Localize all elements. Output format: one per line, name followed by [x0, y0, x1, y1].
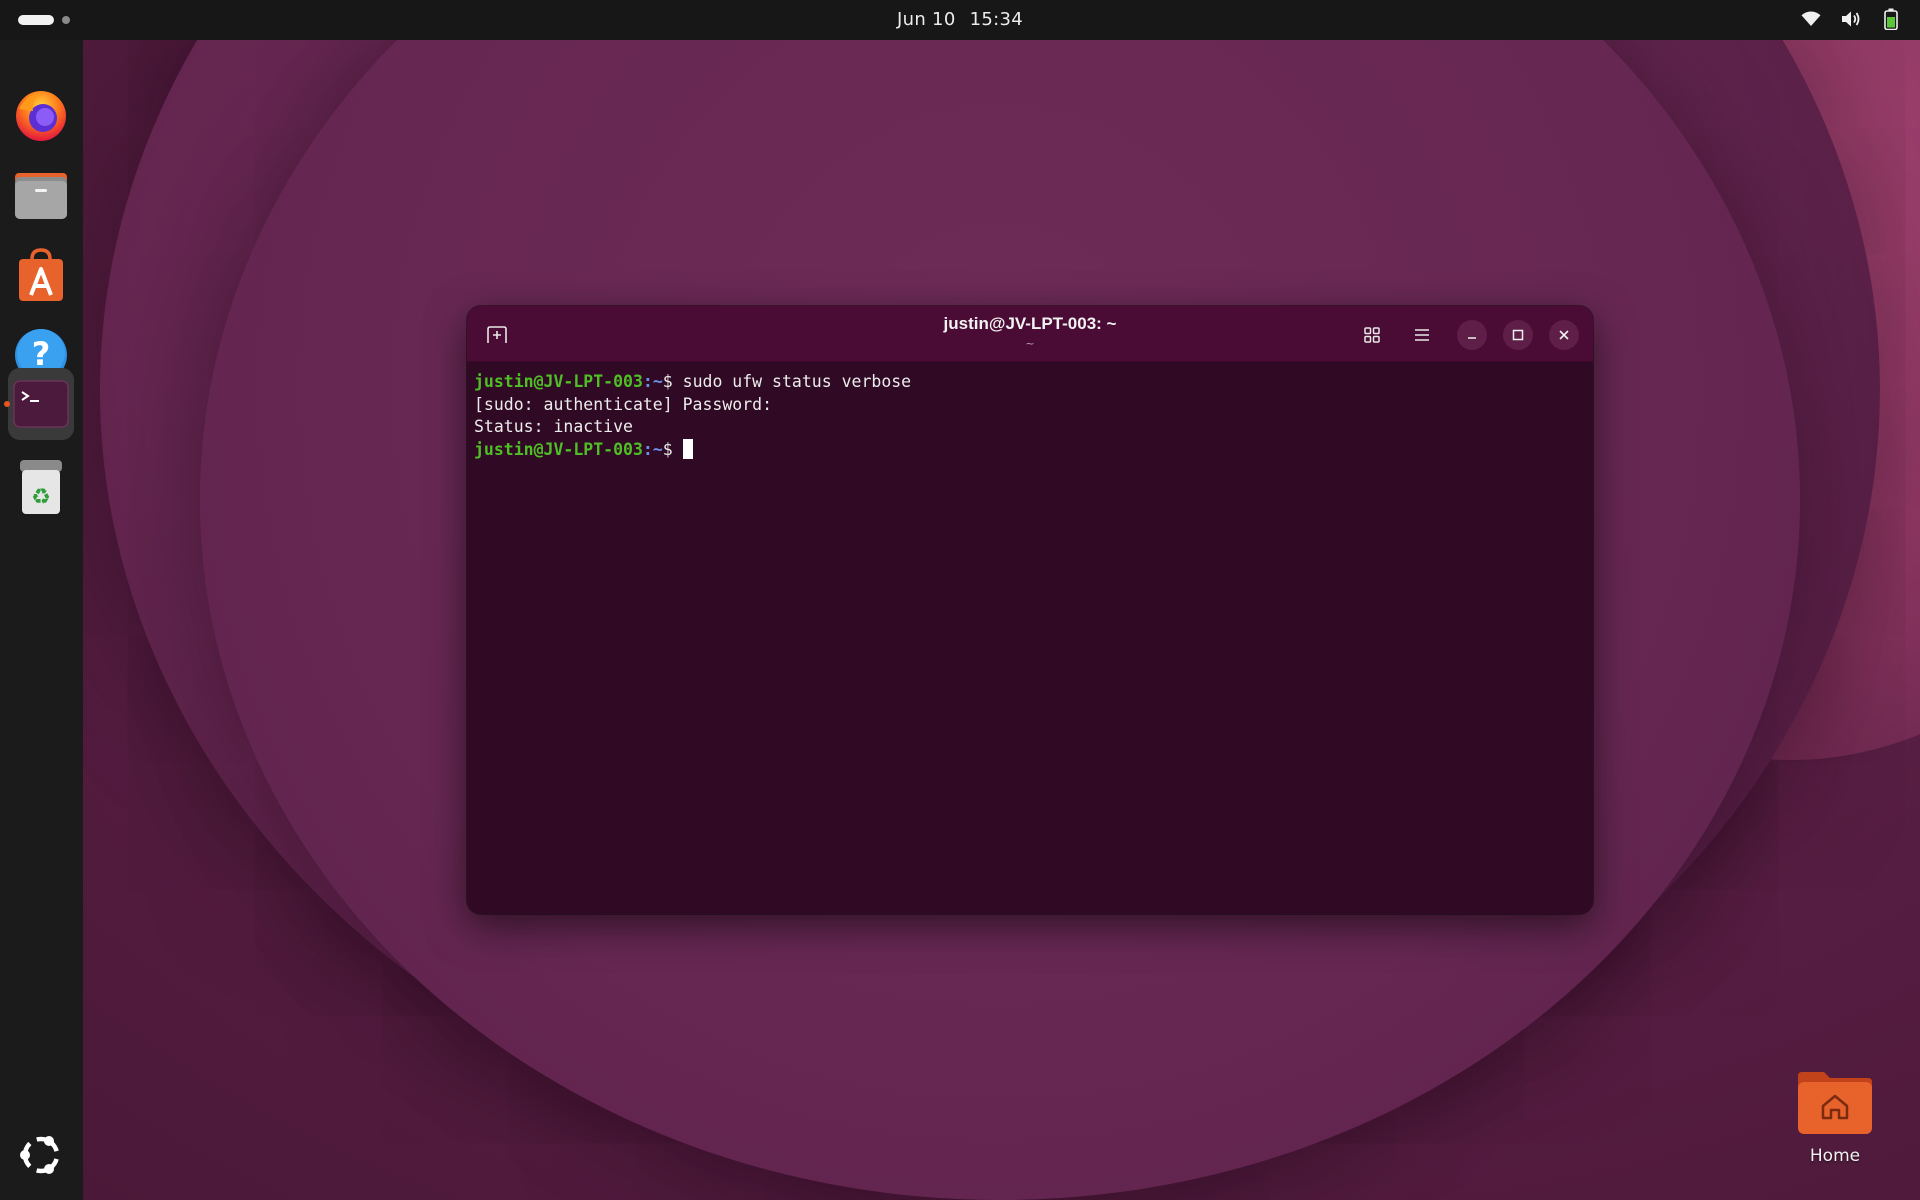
- dock-item-terminal[interactable]: [4, 368, 74, 440]
- prompt-path: :~: [642, 372, 663, 391]
- dock: ? ♻: [0, 40, 83, 1200]
- terminal-icon: [13, 380, 69, 428]
- wifi-icon[interactable]: [1800, 8, 1822, 30]
- terminal-window[interactable]: justin@JV-LPT-003: ~ ~ justin@JV-LPT-003…: [467, 306, 1593, 914]
- dock-item-trash[interactable]: ♻: [8, 452, 74, 522]
- entered-command: sudo ufw status verbose: [682, 372, 912, 391]
- dock-item-app-center[interactable]: [8, 240, 74, 310]
- prompt-user: justin@JV-LPT-003: [474, 372, 643, 391]
- maximize-button[interactable]: [1503, 320, 1533, 350]
- svg-text:♻: ♻: [31, 485, 51, 510]
- dock-item-files[interactable]: [8, 160, 74, 230]
- hamburger-menu-icon: [1415, 329, 1429, 341]
- firefox-icon: [16, 91, 66, 141]
- tab-overview-button[interactable]: [1357, 320, 1387, 350]
- maximize-icon: [1512, 329, 1524, 341]
- text-cursor: [682, 438, 693, 459]
- terminal-output[interactable]: justin@JV-LPT-003:~$ sudo ufw status ver…: [467, 363, 1593, 914]
- show-apps-button[interactable]: [16, 1130, 66, 1180]
- clock-time: 15:34: [969, 9, 1023, 30]
- clock[interactable]: Jun 10 15:34: [0, 9, 1920, 30]
- close-button[interactable]: [1549, 320, 1579, 350]
- prompt-symbol: $: [662, 439, 683, 459]
- current-prompt-line[interactable]: justin@JV-LPT-003:~$: [474, 438, 1586, 462]
- volume-icon[interactable]: [1840, 8, 1862, 30]
- ubuntu-logo-icon: [20, 1136, 60, 1174]
- home-folder-label: Home: [1809, 1146, 1861, 1166]
- trash-icon: ♻: [20, 460, 62, 514]
- terminal-header-bar[interactable]: justin@JV-LPT-003: ~ ~: [467, 306, 1593, 362]
- home-folder-icon: [1798, 1072, 1872, 1134]
- running-indicator: [4, 401, 10, 407]
- command-line: justin@JV-LPT-003:~$ sudo ufw status ver…: [474, 371, 1586, 394]
- close-icon: [1559, 330, 1569, 340]
- top-bar: Jun 10 15:34: [0, 0, 1920, 40]
- battery-icon[interactable]: [1880, 8, 1902, 30]
- output-line: [sudo: authenticate] Password:: [474, 394, 773, 414]
- prompt-path: :~: [642, 439, 663, 459]
- main-menu-button[interactable]: [1407, 320, 1437, 350]
- minimize-button[interactable]: [1457, 320, 1487, 350]
- prompt-user: justin@JV-LPT-003: [474, 439, 643, 459]
- output-line: Status: inactive: [474, 417, 633, 436]
- clock-date: Jun 10: [897, 9, 956, 30]
- prompt-symbol: $: [662, 372, 683, 391]
- desktop-home-folder[interactable]: Home: [1790, 1070, 1880, 1166]
- dock-item-firefox[interactable]: [8, 80, 74, 150]
- grid-icon: [1364, 327, 1380, 343]
- system-tray[interactable]: [1800, 8, 1902, 30]
- app-center-icon: [19, 248, 63, 301]
- files-icon: [15, 173, 67, 219]
- minimize-icon: [1468, 337, 1476, 339]
